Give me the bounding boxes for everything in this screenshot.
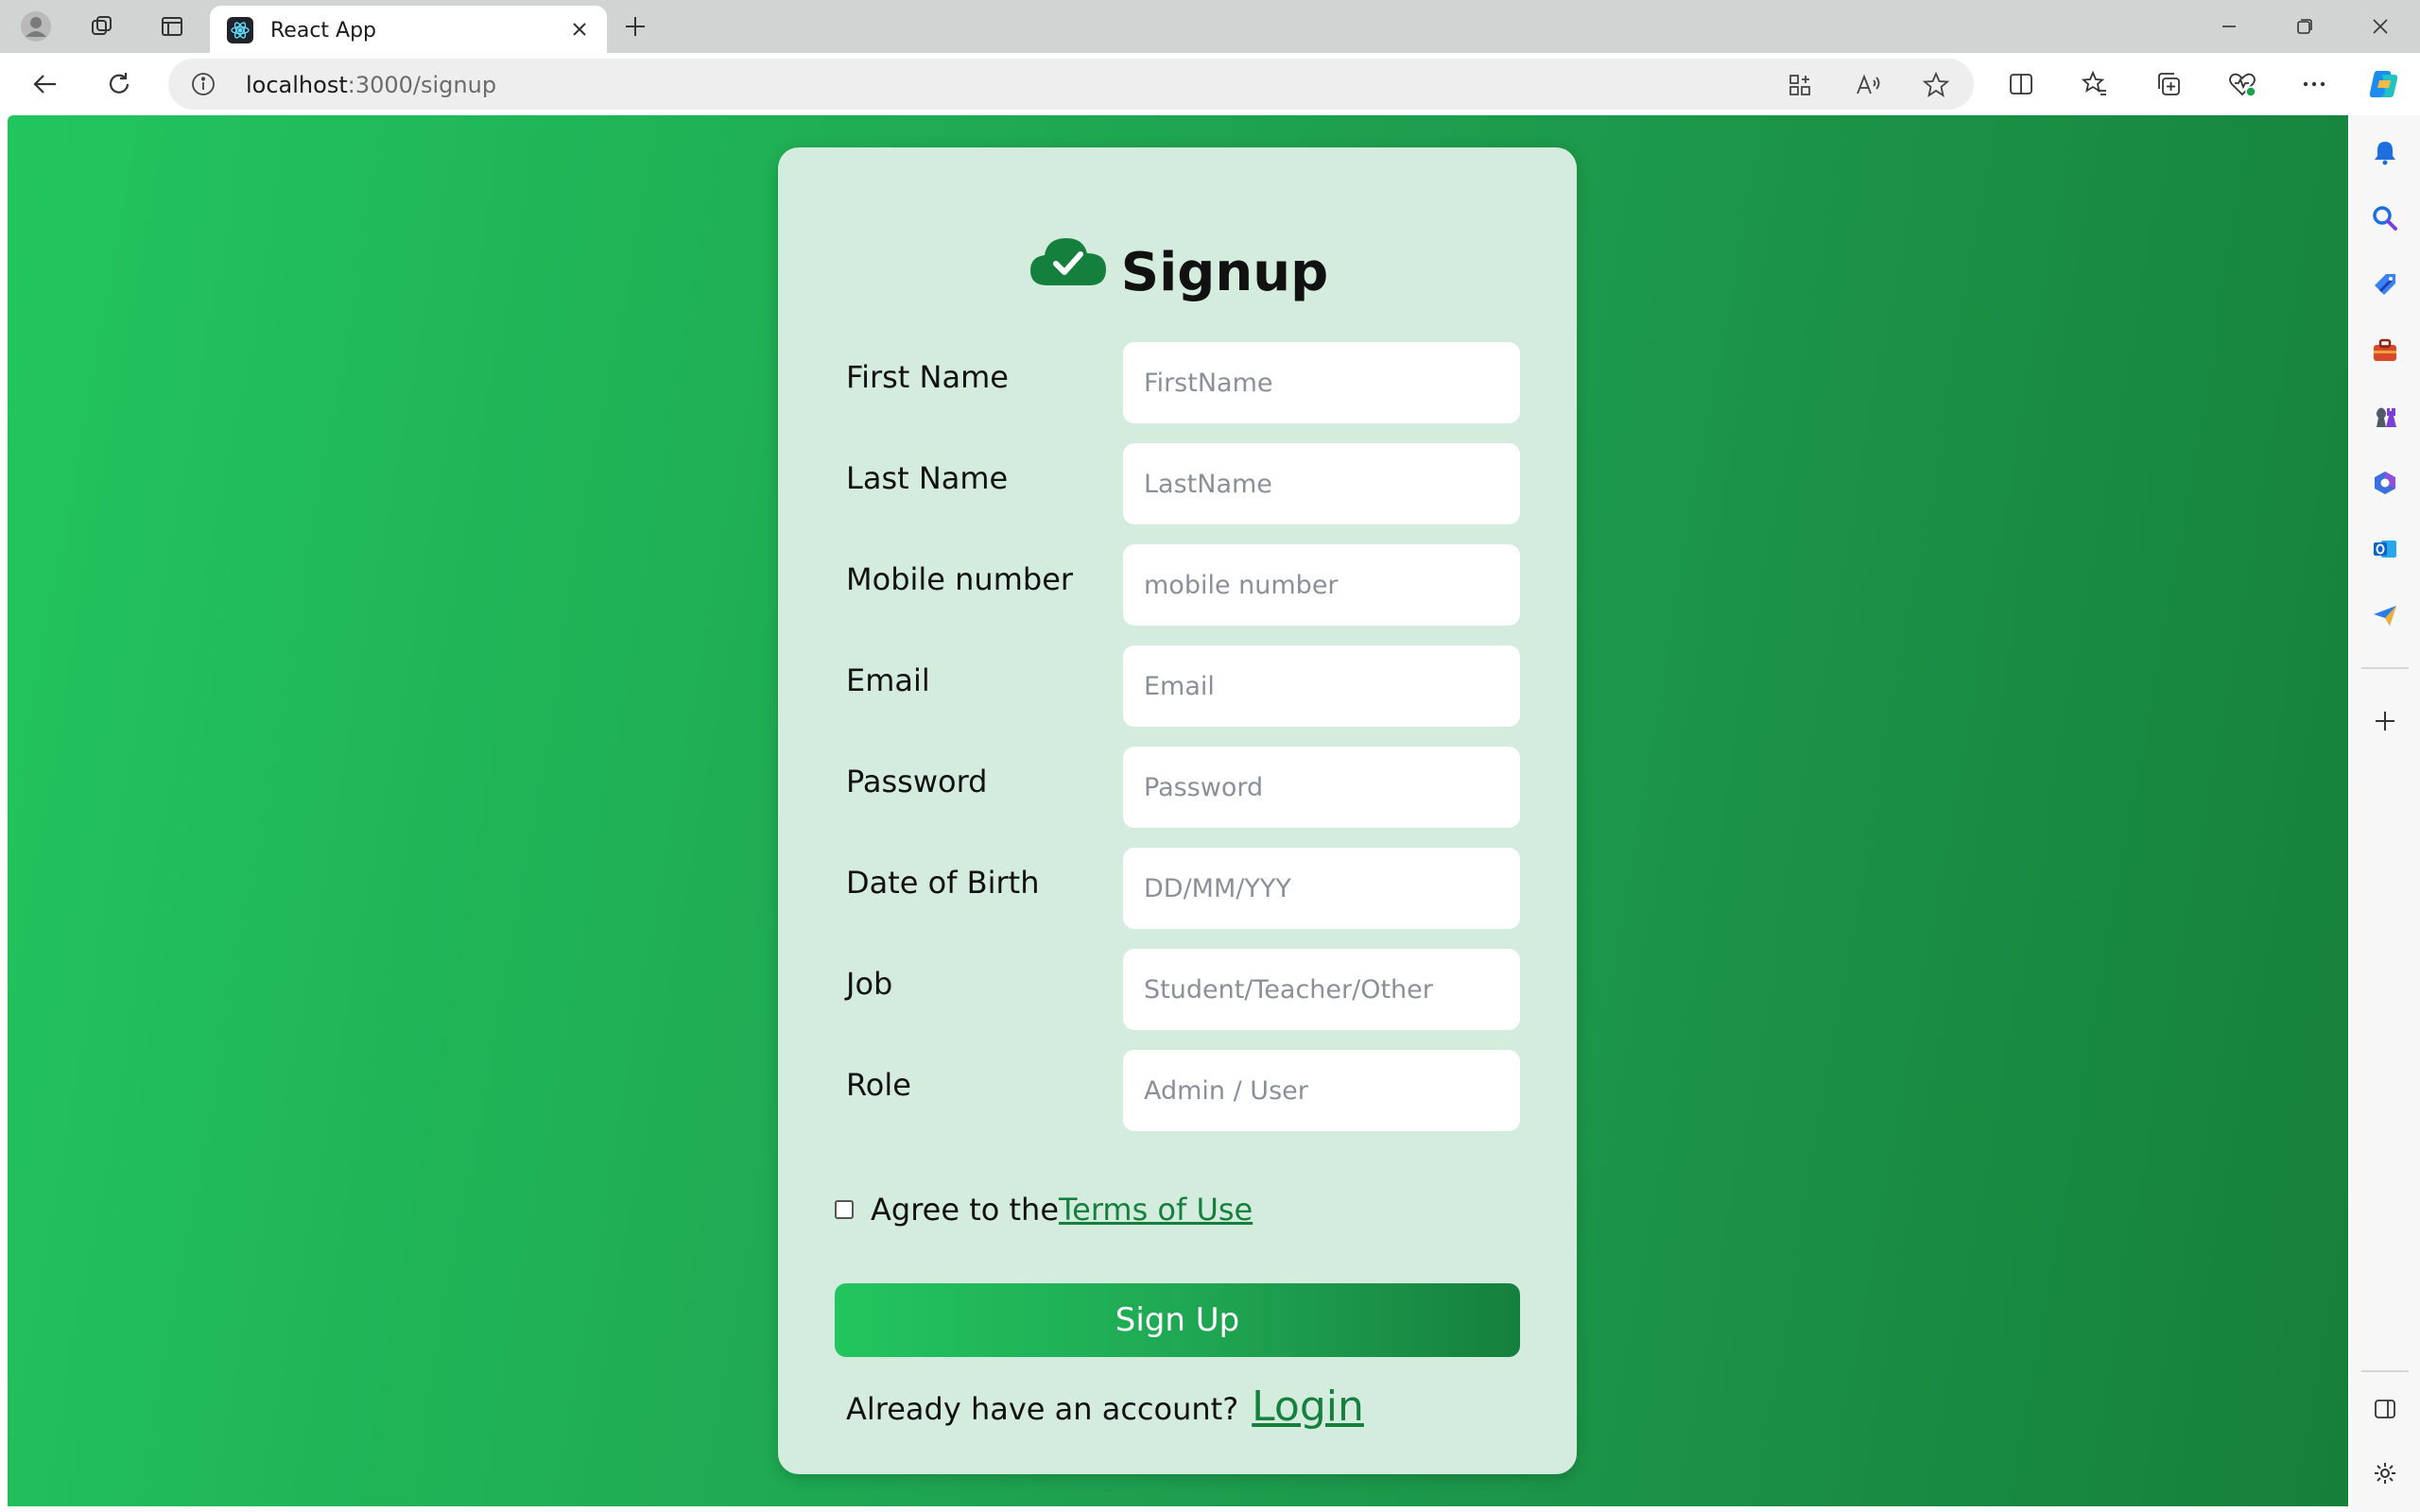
favorites-icon[interactable] [2076,65,2114,103]
app-available-icon[interactable] [1781,66,1819,104]
form-row-first-name: First Name [778,342,1577,423]
cloud-check-icon [1029,238,1106,285]
url-path: :3000/signup [347,72,497,98]
tab-bar: React App [0,0,2420,53]
maximize-icon[interactable] [2267,0,2342,53]
url-text[interactable]: localhost:3000/signup [246,72,496,98]
edge-sidebar [2350,115,2420,1512]
first-name-label: First Name [846,359,1009,395]
tab-actions-icon[interactable] [153,8,191,45]
browser-essentials-icon[interactable] [2223,65,2261,103]
close-window-icon[interactable] [2342,0,2418,53]
terms-agreement: Agree to the Terms of Use [835,1187,1496,1232]
form-row-job: Job [778,949,1577,1030]
terms-of-use-link[interactable]: Terms of Use [1059,1192,1253,1228]
role-label: Role [846,1067,911,1103]
games-icon[interactable] [2369,401,2401,433]
page-title: Signup [1120,242,1329,303]
form-row-dob: Date of Birth [778,848,1577,929]
url-host: localhost [246,72,348,98]
address-bar-row: localhost:3000/signup [0,53,2420,115]
bell-icon[interactable] [2369,136,2401,168]
sidebar-divider-bottom [2361,1370,2409,1372]
signup-card: Signup First Name Last Name Mobile numbe… [778,147,1577,1474]
last-name-field[interactable] [1123,443,1520,524]
mobile-number-label: Mobile number [846,561,1074,597]
add-icon[interactable] [2369,705,2401,737]
email-label: Email [846,662,930,698]
email-field[interactable] [1123,645,1520,727]
new-tab-icon[interactable] [616,8,654,45]
login-link[interactable]: Login [1252,1383,1364,1431]
password-field[interactable] [1123,747,1520,828]
collections-icon[interactable] [2150,65,2187,103]
form-row-mobile: Mobile number [778,544,1577,626]
date-of-birth-label: Date of Birth [846,865,1040,901]
login-prompt-row: Already have an account? Login [846,1359,1527,1435]
sign-up-button[interactable]: Sign Up [835,1283,1520,1357]
settings-icon[interactable] [2369,1457,2401,1489]
role-field[interactable] [1123,1050,1520,1131]
job-label: Job [846,966,893,1002]
address-bar[interactable]: localhost:3000/signup [168,59,1974,110]
date-of-birth-field[interactable] [1123,848,1520,929]
form-row-password: Password [778,747,1577,828]
copilot-icon[interactable] [2365,65,2403,103]
read-aloud-icon[interactable] [1849,66,1887,104]
mobile-number-field[interactable] [1123,544,1520,626]
agree-label: Agree to the [871,1192,1060,1228]
minimize-icon[interactable] [2191,0,2267,53]
more-icon[interactable] [2295,65,2333,103]
back-icon[interactable] [26,65,64,103]
close-tab-icon[interactable] [563,13,596,45]
last-name-label: Last Name [846,460,1009,496]
tab-title: React App [270,19,377,43]
refresh-icon[interactable] [100,65,138,103]
split-screen-icon[interactable] [2002,65,2040,103]
form-row-email: Email [778,645,1577,727]
signup-header: Signup [778,221,1577,306]
outlook-icon[interactable] [2369,533,2401,565]
workspaces-icon[interactable] [83,8,121,45]
password-label: Password [846,764,988,799]
react-favicon-icon [227,17,253,43]
site-info-icon[interactable] [189,70,217,98]
send-icon[interactable] [2369,599,2401,631]
form-row-role: Role [778,1050,1577,1131]
search-icon[interactable] [2369,202,2401,234]
shopping-tag-icon[interactable] [2369,268,2401,301]
job-field[interactable] [1123,949,1520,1030]
hide-sidebar-icon[interactable] [2369,1393,2401,1425]
form-row-last-name: Last Name [778,443,1577,524]
login-prompt-text: Already have an account? [846,1391,1239,1427]
add-favorite-icon[interactable] [1917,66,1955,104]
microsoft-365-icon[interactable] [2369,467,2401,499]
terms-checkbox[interactable] [835,1200,854,1219]
first-name-field[interactable] [1123,342,1520,423]
profile-icon[interactable] [17,8,55,45]
active-tab[interactable]: React App [210,6,607,53]
tools-icon[interactable] [2369,335,2401,367]
sidebar-divider [2361,667,2409,669]
page-viewport: Signup First Name Last Name Mobile numbe… [8,115,2348,1506]
